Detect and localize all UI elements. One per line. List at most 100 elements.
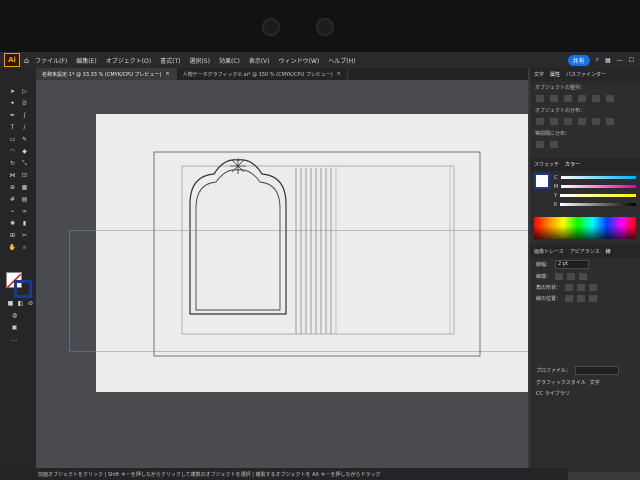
distribute-icon[interactable] [550, 118, 558, 125]
spacing-icon[interactable] [550, 141, 558, 148]
panel-tab[interactable]: カラー [565, 161, 580, 168]
butt-cap-icon[interactable] [555, 273, 564, 280]
line-tool-icon[interactable]: / [20, 124, 29, 131]
menu-help[interactable]: ヘルプ(H) [328, 56, 355, 65]
menu-select[interactable]: 選択(S) [189, 56, 210, 65]
blend-tool-icon[interactable]: ∞ [20, 208, 29, 215]
tab-document-1[interactable]: 名称未設定-1* @ 33.33 % (CMYK/CPU プレビュー) × [36, 68, 177, 80]
menu-edit[interactable]: 編集(E) [76, 56, 96, 65]
lasso-tool-icon[interactable]: ᘐ [20, 100, 29, 107]
zoom-tool-icon[interactable]: ⌕ [20, 244, 29, 251]
draw-mode-icon[interactable]: ◍ [10, 312, 19, 319]
align-stroke-center-icon[interactable] [565, 295, 574, 302]
distribute-icon[interactable] [592, 118, 600, 125]
menu-type[interactable]: 書式(T) [160, 56, 180, 65]
share-button[interactable]: 共有 [567, 54, 590, 66]
distribute-objects-label: オブジェクトの分布： [535, 108, 586, 114]
canvas-area[interactable] [36, 80, 528, 468]
close-icon[interactable]: × [337, 71, 341, 77]
panel-tab[interactable]: 画像トレース [534, 248, 564, 255]
menu-file[interactable]: ファイル(F) [35, 56, 67, 65]
home-icon[interactable]: ⌂ [24, 56, 29, 65]
stroke-swatch[interactable] [14, 280, 32, 298]
align-stroke-inside-icon[interactable] [577, 295, 586, 302]
more-tools-icon[interactable]: … [10, 336, 19, 343]
align-bottom-icon[interactable] [606, 95, 614, 102]
menu-window[interactable]: ウィンドウ(W) [279, 56, 320, 65]
direct-selection-tool-icon[interactable]: ▷ [20, 88, 29, 95]
mesh-tool-icon[interactable]: # [8, 196, 17, 203]
align-left-icon[interactable] [536, 95, 544, 102]
color-spectrum[interactable] [534, 217, 636, 239]
color-stroke-swatch[interactable] [534, 173, 550, 189]
align-center-icon[interactable] [550, 95, 558, 102]
gradient-mode-icon[interactable]: ◧ [16, 300, 25, 307]
square-cap-icon[interactable] [579, 273, 588, 280]
panel-tab[interactable]: 文字 [534, 71, 544, 78]
free-transform-tool-icon[interactable]: ⊡ [20, 172, 29, 179]
stroke-width-field[interactable]: 2 pt [555, 260, 590, 269]
color-mode-icon[interactable]: ■ [6, 300, 15, 307]
panel-tab[interactable]: スウォッチ [534, 161, 559, 168]
yellow-slider[interactable] [560, 194, 636, 197]
graphic-style-tab[interactable]: グラフィックスタイル [536, 379, 586, 386]
rotate-tool-icon[interactable]: ↻ [8, 160, 17, 167]
pen-tool-icon[interactable]: ✒ [8, 112, 17, 119]
artboard-tool-icon[interactable]: ⊞ [8, 232, 17, 239]
round-join-icon[interactable] [577, 284, 586, 291]
graph-tool-icon[interactable]: ▮ [20, 220, 29, 227]
panel-tab[interactable]: 属性 [550, 71, 560, 78]
eyedropper-tool-icon[interactable]: ⌁ [8, 208, 17, 215]
distribute-icon[interactable] [564, 118, 572, 125]
shape-builder-tool-icon[interactable]: ⊕ [8, 184, 17, 191]
align-stroke-outside-icon[interactable] [589, 295, 598, 302]
distribute-icon[interactable] [578, 118, 586, 125]
chars-tab[interactable]: 文字 [590, 379, 600, 386]
type-tool-icon[interactable]: T [8, 124, 17, 131]
distribute-icon[interactable] [606, 118, 614, 125]
close-icon[interactable]: × [165, 71, 169, 77]
minimize-icon[interactable]: — [617, 57, 623, 64]
menu-view[interactable]: 表示(V) [249, 56, 270, 65]
magic-wand-tool-icon[interactable]: ✦ [8, 100, 17, 107]
shaper-tool-icon[interactable]: ◠ [8, 148, 17, 155]
symbol-sprayer-tool-icon[interactable]: ✺ [8, 220, 17, 227]
miter-join-icon[interactable] [565, 284, 574, 291]
none-mode-icon[interactable]: ⊘ [26, 300, 35, 307]
panel-tab[interactable]: パスファインダー [566, 71, 606, 78]
align-middle-icon[interactable] [592, 95, 600, 102]
search-icon[interactable]: ⌕ [596, 56, 599, 64]
align-right-icon[interactable] [564, 95, 572, 102]
curvature-tool-icon[interactable]: ∫ [20, 112, 29, 119]
round-cap-icon[interactable] [567, 273, 576, 280]
align-top-icon[interactable] [578, 95, 586, 102]
magenta-slider[interactable] [561, 185, 636, 188]
scale-tool-icon[interactable]: ⤡ [20, 160, 29, 167]
menu-effect[interactable]: 効果(C) [219, 56, 240, 65]
hand-tool-icon[interactable]: ✋ [8, 244, 17, 251]
distribute-icon[interactable] [536, 118, 544, 125]
rectangle-tool-icon[interactable]: ▭ [8, 136, 17, 143]
screen-mode-icon[interactable]: ▣ [10, 324, 19, 331]
panel-tab[interactable]: 線 [606, 248, 611, 255]
slice-tool-icon[interactable]: ✂ [20, 232, 29, 239]
cc-libraries-tab[interactable]: CC ライブラリ [536, 390, 570, 397]
perspective-grid-tool-icon[interactable]: ▦ [20, 184, 29, 191]
profile-select[interactable] [575, 366, 620, 375]
width-tool-icon[interactable]: ⋈ [8, 172, 17, 179]
align-buttons [530, 93, 640, 104]
channel-label: K [554, 201, 558, 208]
black-slider[interactable] [560, 203, 636, 206]
cyan-slider[interactable] [560, 176, 636, 179]
tab-document-2[interactable]: 人物データグラフィック②.ai* @ 150 % (CMYK/CPU プレビュー… [177, 68, 348, 80]
workspace-icon[interactable]: ▦ [605, 57, 611, 64]
gradient-tool-icon[interactable]: ▤ [20, 196, 29, 203]
maximize-icon[interactable]: ☐ [629, 57, 634, 64]
selection-tool-icon[interactable]: ➤ [8, 88, 17, 95]
menu-object[interactable]: オブジェクト(O) [106, 56, 151, 65]
spacing-icon[interactable] [536, 141, 544, 148]
eraser-tool-icon[interactable]: ◆ [20, 148, 29, 155]
panel-tab[interactable]: アピアランス [570, 248, 600, 255]
paintbrush-tool-icon[interactable]: ✎ [20, 136, 29, 143]
bevel-join-icon[interactable] [589, 284, 598, 291]
